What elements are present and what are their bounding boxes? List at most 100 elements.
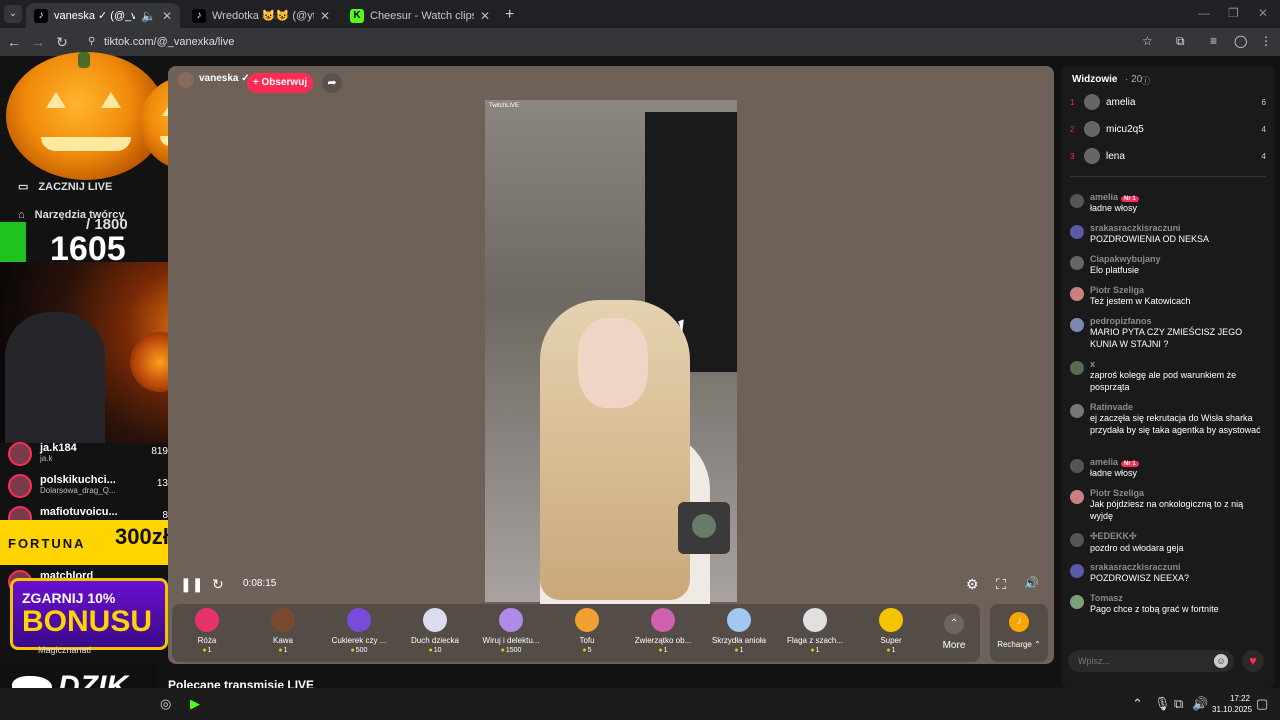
gift-item[interactable]: Zwierzątko ob...1: [628, 608, 698, 654]
profile-icon[interactable]: ◯: [1234, 34, 1247, 48]
creator-item-label[interactable]: Magicznanati: [38, 645, 91, 655]
chat-username[interactable]: Piotr Szeliga: [1090, 285, 1144, 295]
avatar[interactable]: [1070, 459, 1084, 473]
tab-cheesur[interactable]: K Cheesur - Watch clips on Kick ✕: [342, 3, 498, 28]
chat-input-wrapper[interactable]: [1068, 650, 1234, 672]
share-icon[interactable]: ➦: [322, 73, 342, 93]
close-tab-icon[interactable]: ✕: [480, 9, 490, 23]
emoji-icon[interactable]: ☺: [1214, 654, 1228, 668]
top-viewer-row[interactable]: 3 lena 4: [1070, 148, 1266, 164]
chat-message: Tomasz Pago chce z tobą grać w fortnite: [1070, 593, 1266, 615]
microphone-icon[interactable]: 🎙: [1154, 696, 1171, 712]
follow-button[interactable]: + Obserwuj: [247, 73, 313, 93]
audio-icon[interactable]: 🔈: [141, 9, 156, 23]
obs-icon[interactable]: ◎: [160, 696, 171, 712]
chat-username[interactable]: amelia: [1090, 192, 1118, 202]
streamer-name[interactable]: vaneska ✓: [199, 73, 250, 84]
gift-icon: [803, 608, 827, 632]
close-tab-icon[interactable]: ✕: [162, 9, 172, 23]
chat-username[interactable]: Piotr Szeliga: [1090, 488, 1144, 498]
gift-icon: [575, 608, 599, 632]
gift-item[interactable]: Duch dziecka10: [400, 608, 470, 654]
close-window-icon[interactable]: ✕: [1258, 6, 1268, 20]
gift-item[interactable]: Cukierek czy ...500: [324, 608, 394, 654]
chat-username[interactable]: srakasraczkisraczuni: [1090, 562, 1181, 572]
avatar[interactable]: [1070, 225, 1084, 239]
address-bar[interactable]: [80, 31, 1170, 53]
media-icon[interactable]: ≡: [1210, 34, 1217, 48]
forward-icon[interactable]: →: [30, 34, 46, 50]
chat-username[interactable]: Ciapakwybujany: [1090, 254, 1161, 264]
reload-icon[interactable]: ↻: [54, 34, 70, 51]
chat-text: ej zaczęła się rekrutacja do Wisła shark…: [1090, 413, 1261, 435]
avatar[interactable]: [1070, 533, 1084, 547]
gift-item[interactable]: Róża1: [172, 608, 242, 654]
more-gifts-button[interactable]: ⌃ More: [940, 614, 968, 651]
avatar[interactable]: [1070, 361, 1084, 375]
avatar[interactable]: [1070, 564, 1084, 578]
viewers-title: Widzowie: [1072, 74, 1118, 85]
tab-wredotka[interactable]: ♪ Wredotka 😺😺 (@yttre.uuty) ✕: [184, 3, 338, 28]
speaker-icon[interactable]: 🔊: [1192, 696, 1208, 712]
network-icon[interactable]: ⧉: [1174, 696, 1183, 712]
bookmark-star-icon[interactable]: ☆: [1142, 34, 1153, 48]
avatar[interactable]: [178, 72, 194, 88]
info-icon[interactable]: ⓘ: [1141, 74, 1150, 87]
fortuna-logo-text: FORTUNA: [8, 536, 86, 551]
maximize-icon[interactable]: ❐: [1228, 6, 1239, 20]
top-viewer-row[interactable]: 2 micu2q5 4: [1070, 121, 1266, 137]
avatar[interactable]: [1070, 194, 1084, 208]
refresh-icon[interactable]: ↻: [212, 576, 224, 593]
creator-item[interactable]: polskikuchci... Dolarsowa_drag_Q... 13: [8, 474, 168, 498]
chat-username[interactable]: srakasraczkisraczuni: [1090, 223, 1181, 233]
gift-item[interactable]: Skrzydła anioła1: [704, 608, 774, 654]
url-text[interactable]: tiktok.com/@_vanexka/live: [104, 36, 234, 48]
like-heart-icon[interactable]: ♥: [1242, 650, 1264, 672]
volume-icon[interactable]: 🔊: [1024, 576, 1039, 590]
extensions-icon[interactable]: ⧉: [1176, 34, 1185, 49]
go-live-nav-item[interactable]: ▭ ZACZNIJ LIVE: [18, 180, 112, 194]
pause-icon[interactable]: ❚❚: [180, 576, 203, 593]
avatar[interactable]: [1070, 287, 1084, 301]
chat-username[interactable]: Ratinvade: [1090, 402, 1133, 412]
settings-icon[interactable]: ⚙: [966, 576, 979, 593]
tab-search-button[interactable]: ⌄: [4, 5, 22, 23]
close-tab-icon[interactable]: ✕: [320, 9, 330, 23]
avatar[interactable]: [1070, 490, 1084, 504]
avatar[interactable]: [1070, 318, 1084, 332]
gift-item[interactable]: Kawa1: [248, 608, 318, 654]
app-icon[interactable]: ▶: [190, 696, 200, 712]
gift-icon: [499, 608, 523, 632]
recharge-button[interactable]: ♪ Recharge ⌃: [990, 604, 1048, 662]
chat-username[interactable]: pedropizfanos: [1090, 316, 1152, 326]
back-icon[interactable]: ←: [6, 34, 22, 50]
chat-username[interactable]: x: [1090, 359, 1095, 369]
menu-icon[interactable]: ⋮: [1260, 34, 1272, 48]
chat-message: Piotr Szeliga Też jestem w Katowicach: [1070, 285, 1266, 307]
chat-username[interactable]: amelia: [1090, 457, 1118, 467]
tab-title: Cheesur - Watch clips on Kick: [370, 9, 474, 22]
top-viewer-row[interactable]: 1 amelia 6: [1070, 94, 1266, 110]
gift-item[interactable]: Wiruj i delektu...1500: [476, 608, 546, 654]
notifications-icon[interactable]: ▢: [1256, 696, 1268, 712]
gift-item[interactable]: Super1: [856, 608, 926, 654]
gift-item[interactable]: Flaga z szach...1: [780, 608, 850, 654]
avatar[interactable]: [1070, 595, 1084, 609]
chat-username[interactable]: Tomasz: [1090, 593, 1123, 603]
creator-item[interactable]: ja.k184 ja.k 819: [8, 442, 168, 466]
chat-username[interactable]: ✣EDEKK✣: [1090, 531, 1137, 541]
fullscreen-icon[interactable]: ⛶: [996, 576, 1006, 593]
tray-chevron-icon[interactable]: ⌃: [1132, 696, 1143, 712]
gift-item[interactable]: Tofu5: [552, 608, 622, 654]
taskbar-clock[interactable]: 17:22 31.10.2025: [1212, 693, 1252, 715]
avatar: [1084, 148, 1100, 164]
minimize-icon[interactable]: —: [1198, 6, 1210, 20]
chat-text: POZDROWISZ NEEXA?: [1090, 573, 1190, 583]
avatar[interactable]: [1070, 256, 1084, 270]
site-info-icon[interactable]: ⚲: [88, 36, 95, 47]
chat-input[interactable]: [1076, 653, 1206, 669]
tab-vaneska[interactable]: ♪ vaneska ✓ (@_vanexka) pr 🔈 ✕: [26, 3, 180, 28]
avatar[interactable]: [1070, 404, 1084, 418]
new-tab-button[interactable]: +: [505, 6, 514, 24]
guest-thumbnail[interactable]: [678, 502, 730, 554]
